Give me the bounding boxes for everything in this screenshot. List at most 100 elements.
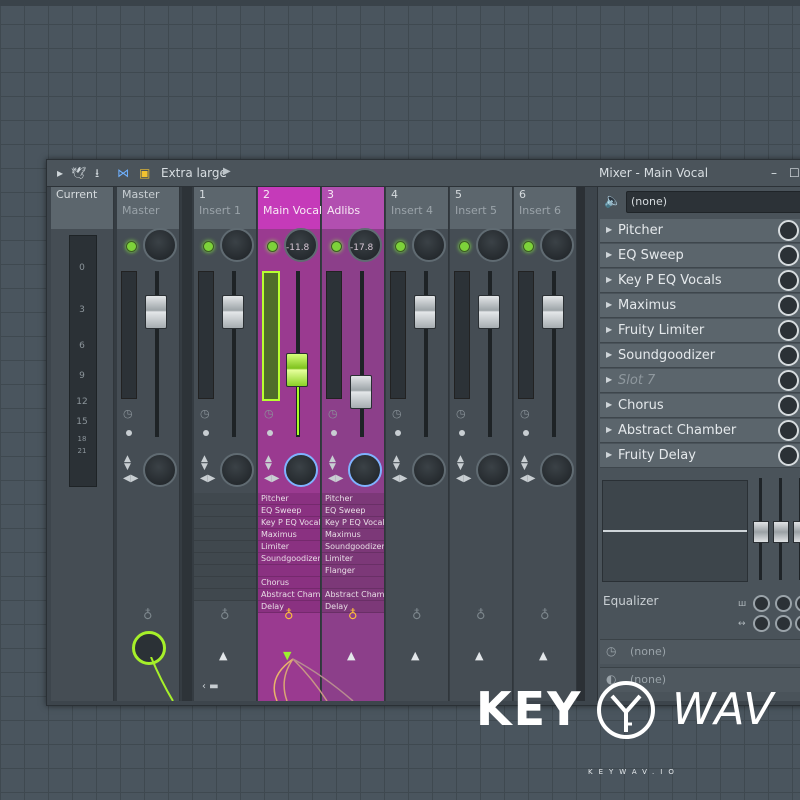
expand-icon[interactable]: ▶: [606, 275, 612, 284]
send-arrow-icon[interactable]: ▲: [411, 649, 419, 662]
mute-led[interactable]: [203, 241, 214, 252]
swap-vertical-icon[interactable]: ▲ ▼: [521, 455, 528, 472]
expand-icon[interactable]: ▶: [606, 450, 612, 459]
volume-fader[interactable]: [286, 353, 308, 387]
route-dot[interactable]: [203, 430, 209, 436]
route-dot[interactable]: [331, 430, 337, 436]
fx-slot[interactable]: Flanger: [322, 565, 384, 577]
fx-slot-3[interactable]: ▶ Key P EQ Vocals: [600, 269, 800, 293]
fx-slot[interactable]: [258, 565, 320, 577]
send-arrow-icon[interactable]: ▲: [539, 649, 547, 662]
swap-horizontal-icon[interactable]: ◀▶: [456, 473, 471, 484]
stereo-knob[interactable]: [284, 453, 318, 487]
fx-slot-5[interactable]: ▶ Fruity Limiter: [600, 319, 800, 343]
fx-slot-10[interactable]: ▶ Fruity Delay: [600, 444, 800, 468]
mix-knob[interactable]: [778, 220, 799, 241]
mix-knob[interactable]: [778, 370, 799, 391]
swap-horizontal-icon[interactable]: ◀▶: [520, 473, 535, 484]
stereo-knob[interactable]: [220, 453, 254, 487]
fx-slot-7[interactable]: ▶ Slot 7: [600, 369, 800, 393]
volume-fader[interactable]: [414, 295, 436, 329]
fx-slot[interactable]: -: [194, 529, 256, 541]
eq-knob[interactable]: [753, 595, 770, 612]
fx-slot[interactable]: Maximus: [322, 529, 384, 541]
eq-band-fader[interactable]: [773, 521, 789, 543]
fx-slot[interactable]: Soundgoodizer: [258, 553, 320, 565]
route-dot[interactable]: [267, 430, 273, 436]
mix-knob[interactable]: [778, 420, 799, 441]
volume-fader[interactable]: [542, 295, 564, 329]
expand-icon[interactable]: ▶: [606, 300, 612, 309]
eq-knob[interactable]: [775, 595, 792, 612]
menu-arrow-icon[interactable]: ▸: [57, 166, 63, 180]
minimize-button[interactable]: –: [771, 166, 777, 180]
eq-knob[interactable]: [753, 615, 770, 632]
pan-knob[interactable]: [476, 228, 510, 262]
swap-horizontal-icon[interactable]: ◀▶: [264, 473, 279, 484]
swap-horizontal-icon[interactable]: ◀▶: [123, 473, 138, 484]
fx-slot[interactable]: Pitcher: [322, 493, 384, 505]
expand-icon[interactable]: ▶: [606, 375, 612, 384]
fx-slot[interactable]: -: [194, 565, 256, 577]
stereo-knob[interactable]: [476, 453, 510, 487]
fx-slot[interactable]: Limiter: [258, 541, 320, 553]
strip-insert-6[interactable]: 6 Insert 6 ◷ ▲ ▼ ◀▶ ♁ ▲: [514, 187, 577, 701]
stereo-knob[interactable]: [540, 453, 574, 487]
fx-slot[interactable]: Chorus: [258, 577, 320, 589]
mute-led[interactable]: [459, 241, 470, 252]
input-select[interactable]: (none): [626, 191, 800, 213]
strip-main-vocal[interactable]: 2 Main Vocal -11.8 ◷ ▲ ▼ ◀▶ Pitcher EQ Sw…: [258, 187, 322, 701]
swap-vertical-icon[interactable]: ▲ ▼: [457, 455, 464, 472]
pan-knob[interactable]: [540, 228, 574, 262]
fx-slot[interactable]: Abstract Chamber: [258, 589, 320, 601]
fx-slot-4[interactable]: ▶ Maximus: [600, 294, 800, 318]
bird-icon[interactable]: 🕊: [71, 166, 86, 180]
strip-master[interactable]: Master Master ◷ ▲ ▼ ◀▶ ♁: [117, 187, 180, 701]
stereo-knob[interactable]: [412, 453, 446, 487]
fx-slot[interactable]: EQ Sweep: [322, 505, 384, 517]
mixer-scrollbar[interactable]: [577, 187, 585, 701]
strip-insert-5[interactable]: 5 Insert 5 ◷ ▲ ▼ ◀▶ ♁ ▲: [450, 187, 513, 701]
route-dot[interactable]: [126, 430, 132, 436]
fx-slot-2[interactable]: ▶ EQ Sweep: [600, 244, 800, 268]
pin-icon[interactable]: ⭳: [95, 166, 99, 180]
mix-knob[interactable]: [778, 345, 799, 366]
equalizer-graph[interactable]: [602, 480, 748, 582]
maximize-button[interactable]: ☐: [789, 166, 800, 180]
preset-next-icon[interactable]: ▶: [223, 166, 231, 177]
volume-fader[interactable]: [350, 375, 372, 409]
fx-slot[interactable]: -: [194, 541, 256, 553]
mix-knob[interactable]: [778, 245, 799, 266]
send-arrow-icon[interactable]: ▲: [475, 649, 483, 662]
route-dot[interactable]: [395, 430, 401, 436]
mix-knob[interactable]: [778, 320, 799, 341]
eq-knob[interactable]: [795, 615, 800, 632]
expand-icon[interactable]: ▶: [606, 425, 612, 434]
fx-slot[interactable]: -: [194, 577, 256, 589]
mute-led[interactable]: [331, 241, 342, 252]
swap-vertical-icon[interactable]: ▲ ▼: [265, 455, 272, 472]
lamp-icon[interactable]: ♁: [143, 608, 153, 623]
pan-knob[interactable]: [220, 228, 254, 262]
mix-knob[interactable]: [778, 395, 799, 416]
swap-horizontal-icon[interactable]: ◀▶: [328, 473, 343, 484]
volume-fader[interactable]: [478, 295, 500, 329]
fx-slot-9[interactable]: ▶ Abstract Chamber: [600, 419, 800, 443]
swap-vertical-icon[interactable]: ▲ ▼: [124, 455, 131, 472]
fx-slot-8[interactable]: ▶ Chorus: [600, 394, 800, 418]
preset-label[interactable]: Extra large: [161, 166, 227, 180]
layout-icon[interactable]: ⋈: [117, 166, 129, 180]
stereo-knob[interactable]: [348, 453, 382, 487]
mix-knob[interactable]: [778, 270, 799, 291]
fx-slot[interactable]: EQ Sweep: [258, 505, 320, 517]
fx-slot-6[interactable]: ▶ Soundgoodizer: [600, 344, 800, 368]
swap-vertical-icon[interactable]: ▲ ▼: [329, 455, 336, 472]
strip-insert-1[interactable]: 1 Insert 1 ◷ ▲▼ ◀▶ - - - - - - - - -: [194, 187, 257, 701]
panel-icon[interactable]: ▣: [139, 166, 150, 180]
eq-band-fader[interactable]: [793, 521, 800, 543]
mute-led[interactable]: [267, 241, 278, 252]
fx-slot[interactable]: [322, 577, 384, 589]
stereo-knob[interactable]: [143, 453, 177, 487]
lamp-icon[interactable]: ♁: [284, 608, 294, 623]
mix-knob[interactable]: [778, 295, 799, 316]
